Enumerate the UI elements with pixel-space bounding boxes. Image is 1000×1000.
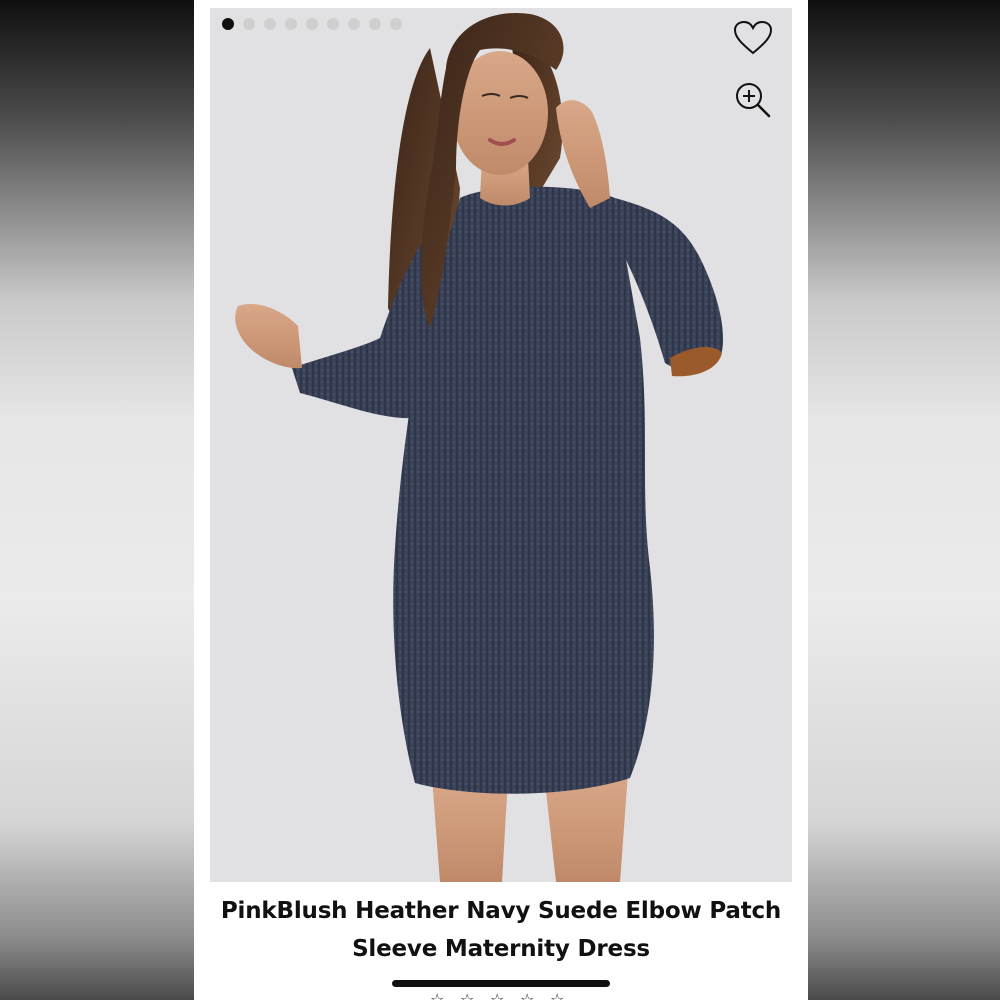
star-icon[interactable]: ☆ bbox=[460, 992, 476, 1000]
page-background: PinkBlush Heather Navy Suede Elbow Patch… bbox=[0, 0, 1000, 1000]
star-icon[interactable]: ☆ bbox=[430, 992, 446, 1000]
gallery-dot[interactable] bbox=[264, 18, 276, 30]
product-title: PinkBlush Heather Navy Suede Elbow Patch… bbox=[194, 892, 808, 968]
gallery-dot[interactable] bbox=[285, 18, 297, 30]
gallery-dot[interactable] bbox=[369, 18, 381, 30]
home-indicator bbox=[392, 980, 610, 987]
gallery-dot[interactable] bbox=[390, 18, 402, 30]
favorite-button[interactable] bbox=[733, 20, 777, 64]
zoom-button[interactable] bbox=[733, 80, 777, 124]
rating-stars[interactable]: ☆ ☆ ☆ ☆ ☆ bbox=[430, 992, 566, 1000]
star-icon[interactable]: ☆ bbox=[550, 992, 566, 1000]
product-title-line-1: PinkBlush Heather Navy Suede Elbow Patch bbox=[220, 898, 782, 924]
gallery-dot[interactable] bbox=[327, 18, 339, 30]
gallery-dot[interactable] bbox=[348, 18, 360, 30]
product-title-line-2: Sleeve Maternity Dress bbox=[352, 936, 650, 962]
gallery-pagination[interactable] bbox=[222, 18, 402, 30]
gallery-dot[interactable] bbox=[306, 18, 318, 30]
gallery-dot[interactable] bbox=[243, 18, 255, 30]
gallery-dot-active[interactable] bbox=[222, 18, 234, 30]
star-icon[interactable]: ☆ bbox=[490, 992, 506, 1000]
product-photo[interactable] bbox=[210, 8, 792, 882]
model-illustration bbox=[235, 12, 724, 882]
product-screen: PinkBlush Heather Navy Suede Elbow Patch… bbox=[194, 0, 808, 1000]
star-icon[interactable]: ☆ bbox=[520, 992, 536, 1000]
